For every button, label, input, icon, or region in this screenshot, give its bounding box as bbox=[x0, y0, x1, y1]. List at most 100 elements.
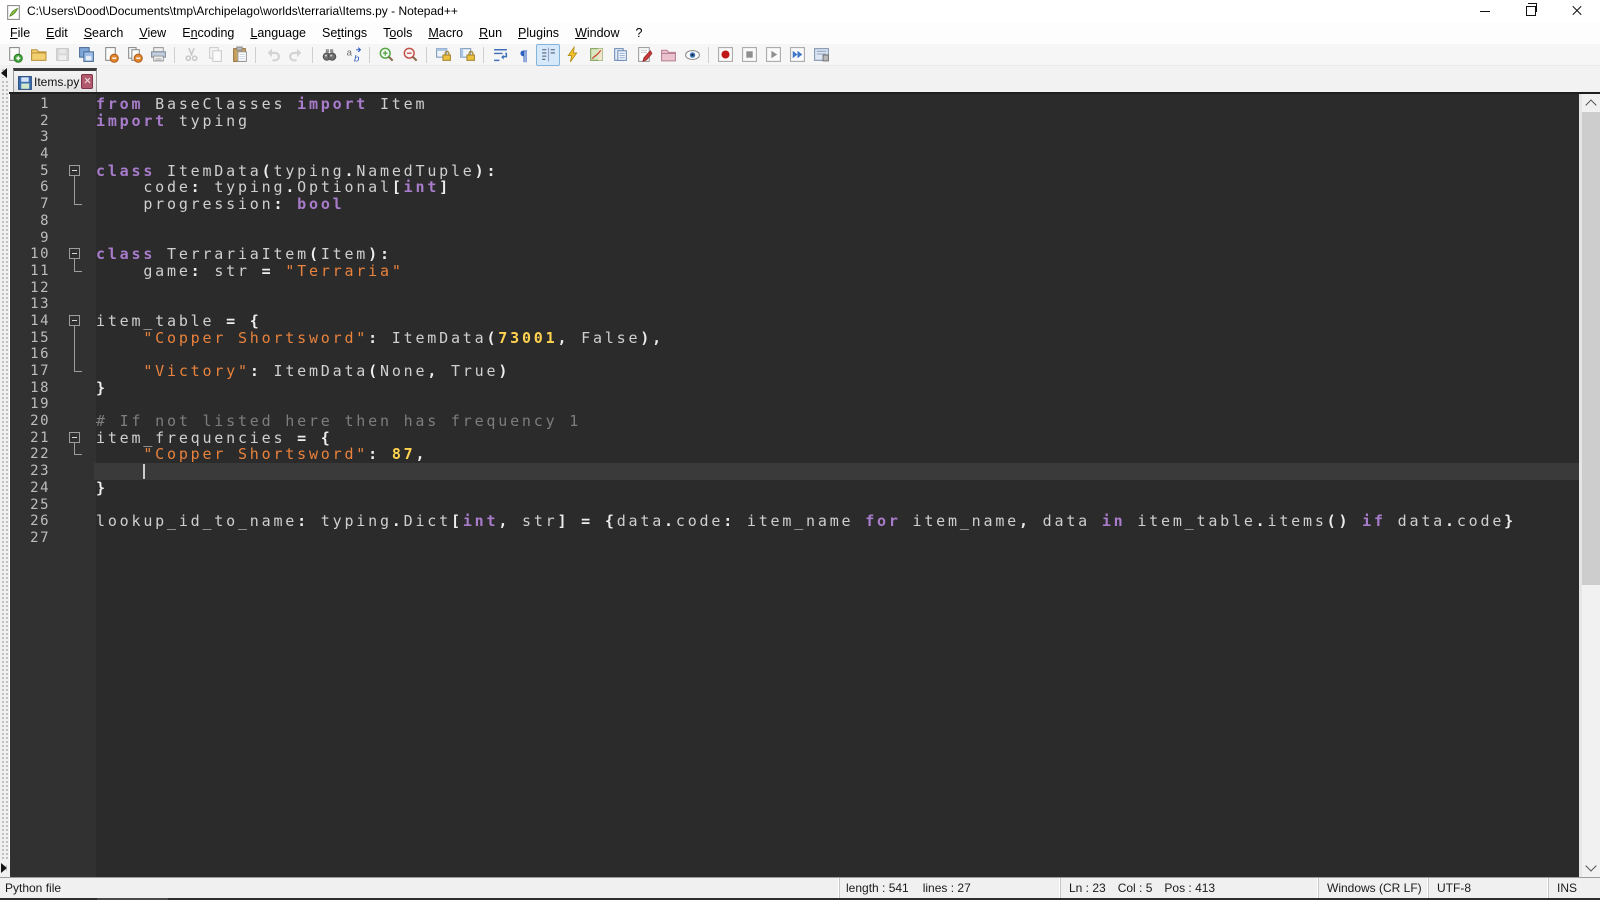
show-all-characters-icon[interactable]: ¶ bbox=[512, 44, 536, 66]
macro-record-icon[interactable] bbox=[713, 44, 737, 66]
fold-margin-line bbox=[50, 330, 96, 347]
scrollbar-thumb[interactable] bbox=[1582, 112, 1600, 585]
line-number: 6 bbox=[10, 179, 50, 196]
sync-scroll-vertical-icon[interactable] bbox=[431, 44, 455, 66]
replace-icon[interactable]: ab bbox=[341, 44, 365, 66]
close-all-icon[interactable] bbox=[122, 44, 146, 66]
tab-close-icon[interactable] bbox=[81, 74, 93, 89]
fold-margin-end bbox=[50, 363, 96, 380]
minimize-button[interactable] bbox=[1462, 0, 1508, 22]
macro-run-multiple-icon[interactable] bbox=[785, 44, 809, 66]
scroll-right-arrow-icon[interactable] bbox=[1, 863, 7, 873]
code-line: 16 bbox=[10, 346, 1579, 363]
restore-button[interactable] bbox=[1508, 0, 1554, 22]
menu-item-run[interactable]: Run bbox=[471, 23, 510, 43]
line-number: 22 bbox=[10, 446, 50, 463]
close-button[interactable] bbox=[1554, 0, 1600, 22]
notepadpp-logo-icon bbox=[5, 4, 21, 20]
line-number: 10 bbox=[10, 246, 50, 263]
macro-play-icon[interactable] bbox=[761, 44, 785, 66]
code-line: 3 bbox=[10, 129, 1579, 146]
window-controls bbox=[1462, 0, 1600, 22]
status-encoding[interactable]: UTF-8 bbox=[1428, 878, 1548, 898]
open-file-icon[interactable] bbox=[26, 44, 50, 66]
monitoring-icon[interactable] bbox=[680, 44, 704, 66]
save-icon[interactable] bbox=[50, 44, 74, 66]
title-bar: C:\Users\Dood\Documents\tmp\Archipelago\… bbox=[0, 0, 1600, 22]
tab-label: Items.py bbox=[34, 75, 79, 89]
status-length-section: length : 541 lines : 27 bbox=[839, 878, 1060, 898]
menu-item-tools[interactable]: Tools bbox=[375, 23, 420, 43]
save-all-icon[interactable] bbox=[74, 44, 98, 66]
fold-margin-open[interactable] bbox=[50, 163, 96, 180]
macro-stop-icon[interactable] bbox=[737, 44, 761, 66]
code-text: item_table = { bbox=[96, 313, 262, 330]
menu-item-settings[interactable]: Settings bbox=[314, 23, 375, 43]
line-number: 2 bbox=[10, 113, 50, 130]
indent-guide-icon[interactable] bbox=[536, 44, 560, 66]
document-map-icon[interactable] bbox=[584, 44, 608, 66]
macro-save-icon[interactable] bbox=[809, 44, 833, 66]
zoom-in-icon[interactable] bbox=[374, 44, 398, 66]
code-line: 26lookup_id_to_name: typing.Dict[int, st… bbox=[10, 513, 1579, 530]
undo-icon[interactable] bbox=[260, 44, 284, 66]
line-number: 24 bbox=[10, 480, 50, 497]
menu-item-help[interactable]: ? bbox=[628, 23, 651, 43]
folder-as-workspace-icon[interactable] bbox=[656, 44, 680, 66]
document-list-icon[interactable] bbox=[608, 44, 632, 66]
notepadpp-window: C:\Users\Dood\Documents\tmp\Archipelago\… bbox=[0, 0, 1600, 900]
line-number: 9 bbox=[10, 230, 50, 247]
find-icon[interactable] bbox=[317, 44, 341, 66]
menu-item-search[interactable]: Search bbox=[76, 23, 132, 43]
paste-icon[interactable] bbox=[227, 44, 251, 66]
vertical-scrollbar[interactable] bbox=[1579, 94, 1600, 877]
menu-item-encoding[interactable]: Encoding bbox=[174, 23, 242, 43]
menu-item-view[interactable]: View bbox=[131, 23, 174, 43]
chevron-down-icon bbox=[1585, 860, 1596, 871]
tab-items-py[interactable]: Items.py bbox=[13, 68, 97, 92]
zoom-out-icon[interactable] bbox=[398, 44, 422, 66]
redo-icon[interactable] bbox=[284, 44, 308, 66]
cut-icon[interactable] bbox=[179, 44, 203, 66]
function-signature-icon[interactable] bbox=[632, 44, 656, 66]
line-number: 16 bbox=[10, 346, 50, 363]
code-line: 4 bbox=[10, 146, 1579, 163]
code-line: 22 "Copper Shortsword": 87, bbox=[10, 446, 1579, 463]
fold-margin-open[interactable] bbox=[50, 313, 96, 330]
function-list-icon[interactable] bbox=[560, 44, 584, 66]
word-wrap-icon[interactable] bbox=[488, 44, 512, 66]
menu-item-language[interactable]: Language bbox=[242, 23, 314, 43]
fold-margin bbox=[50, 280, 96, 297]
code-editor[interactable]: 1from BaseClasses import Item2import typ… bbox=[10, 94, 1579, 877]
scrollbar-down-button[interactable] bbox=[1582, 859, 1600, 877]
sync-scroll-horizontal-icon[interactable] bbox=[455, 44, 479, 66]
fold-margin bbox=[50, 513, 96, 530]
menu-item-macro[interactable]: Macro bbox=[420, 23, 471, 43]
fold-margin-open[interactable] bbox=[50, 246, 96, 263]
code-line: 11 game: str = "Terraria" bbox=[10, 263, 1579, 280]
print-icon[interactable] bbox=[146, 44, 170, 66]
menu-item-window[interactable]: Window bbox=[567, 23, 627, 43]
dock-splitter-grip[interactable] bbox=[0, 66, 9, 877]
code-text: import typing bbox=[96, 113, 250, 130]
status-bar: Python file length : 541 lines : 27 Ln :… bbox=[0, 877, 1600, 898]
line-number: 8 bbox=[10, 213, 50, 230]
fold-margin bbox=[50, 380, 96, 397]
menu-item-file[interactable]: File bbox=[2, 23, 38, 43]
line-number: 23 bbox=[10, 463, 50, 480]
line-number: 5 bbox=[10, 163, 50, 180]
scroll-left-arrow-icon[interactable] bbox=[1, 68, 7, 78]
close-icon[interactable] bbox=[98, 44, 122, 66]
menu-item-edit[interactable]: Edit bbox=[38, 23, 76, 43]
scrollbar-up-button[interactable] bbox=[1582, 94, 1600, 112]
code-text: game: str = "Terraria" bbox=[96, 263, 404, 280]
menu-item-plugins[interactable]: Plugins bbox=[510, 23, 567, 43]
fold-margin-open[interactable] bbox=[50, 430, 96, 447]
line-number: 3 bbox=[10, 129, 50, 146]
toolbar-separator bbox=[255, 47, 256, 63]
status-insert-mode[interactable]: INS bbox=[1548, 878, 1600, 898]
copy-icon[interactable] bbox=[203, 44, 227, 66]
status-eol-format[interactable]: Windows (CR LF) bbox=[1318, 878, 1428, 898]
fold-margin-end bbox=[50, 263, 96, 280]
new-file-icon[interactable] bbox=[2, 44, 26, 66]
